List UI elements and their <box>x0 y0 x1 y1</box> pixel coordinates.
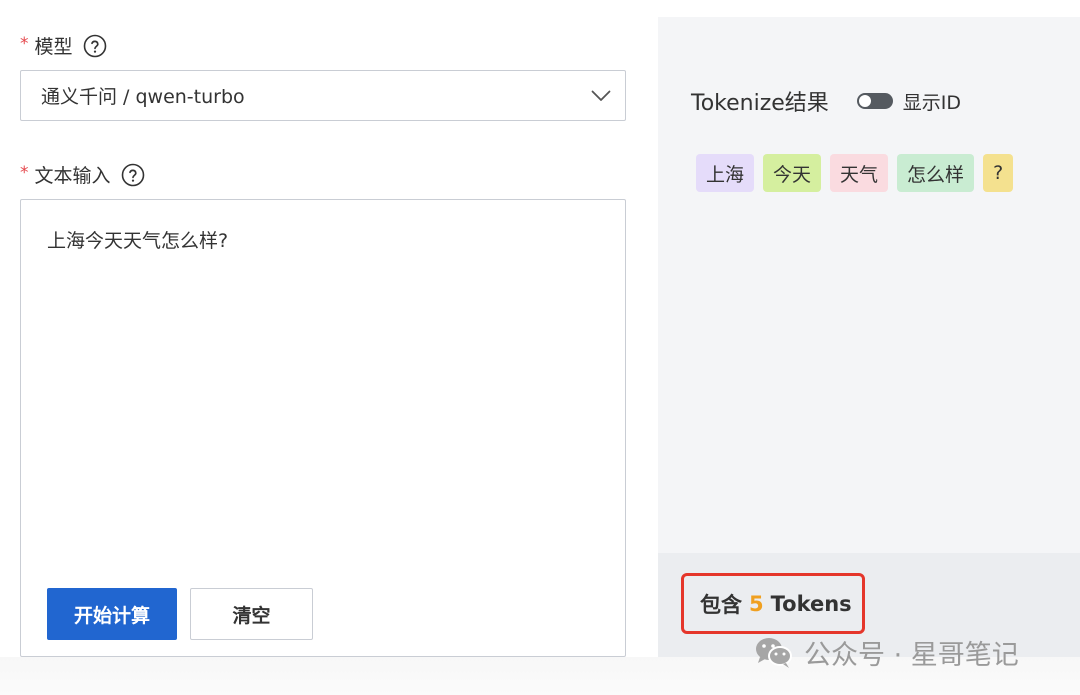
token-chip: 上海 <box>696 154 755 192</box>
help-icon[interactable] <box>121 163 145 187</box>
required-mark: * <box>20 162 29 183</box>
wechat-icon <box>754 635 794 671</box>
required-mark: * <box>20 33 29 54</box>
watermark-text: 公众号 · 星哥笔记 <box>804 640 1019 671</box>
text-input[interactable]: 上海今天天气怎么样? <box>21 200 625 570</box>
tokenizer-page: * 模型 通义千问 / qwen-turbo * 文本输入 上海今天天气怎么样?… <box>0 0 1080 695</box>
count-suffix: Tokens <box>770 591 852 616</box>
count-value: 5 <box>749 591 764 616</box>
model-select[interactable]: 通义千问 / qwen-turbo <box>20 70 626 121</box>
show-id-toggle[interactable] <box>856 93 893 109</box>
text-input-box: 上海今天天气怎么样? 开始计算 清空 <box>20 199 626 657</box>
text-field-label: * 文本输入 <box>20 161 145 188</box>
show-id-label: 显示ID <box>902 91 962 114</box>
token-count-highlight: 包含 5 Tokens <box>681 573 865 634</box>
watermark: 公众号 · 星哥笔记 <box>754 633 1019 672</box>
model-label-text: 模型 <box>34 36 73 58</box>
help-icon[interactable] <box>83 34 107 58</box>
text-label-text: 文本输入 <box>34 165 111 187</box>
result-panel: Tokenize结果 显示ID 上海 今天 天气 怎么样 ? 包含 5 Toke… <box>658 17 1080 657</box>
count-prefix: 包含 <box>700 592 742 617</box>
token-chip: 今天 <box>763 154 822 192</box>
model-select-value: 通义千问 / qwen-turbo <box>41 86 245 108</box>
token-chip: 怎么样 <box>897 154 975 192</box>
model-field-label: * 模型 <box>20 32 107 59</box>
token-chip: 天气 <box>830 154 889 192</box>
chevron-down-icon <box>591 86 611 106</box>
token-list: 上海 今天 天气 怎么样 ? <box>696 154 1014 192</box>
token-chip: ? <box>983 154 1014 192</box>
result-title: Tokenize结果 <box>691 91 829 116</box>
result-header: Tokenize结果 显示ID <box>691 85 961 117</box>
clear-button[interactable]: 清空 <box>190 588 313 640</box>
start-button[interactable]: 开始计算 <box>47 588 177 640</box>
